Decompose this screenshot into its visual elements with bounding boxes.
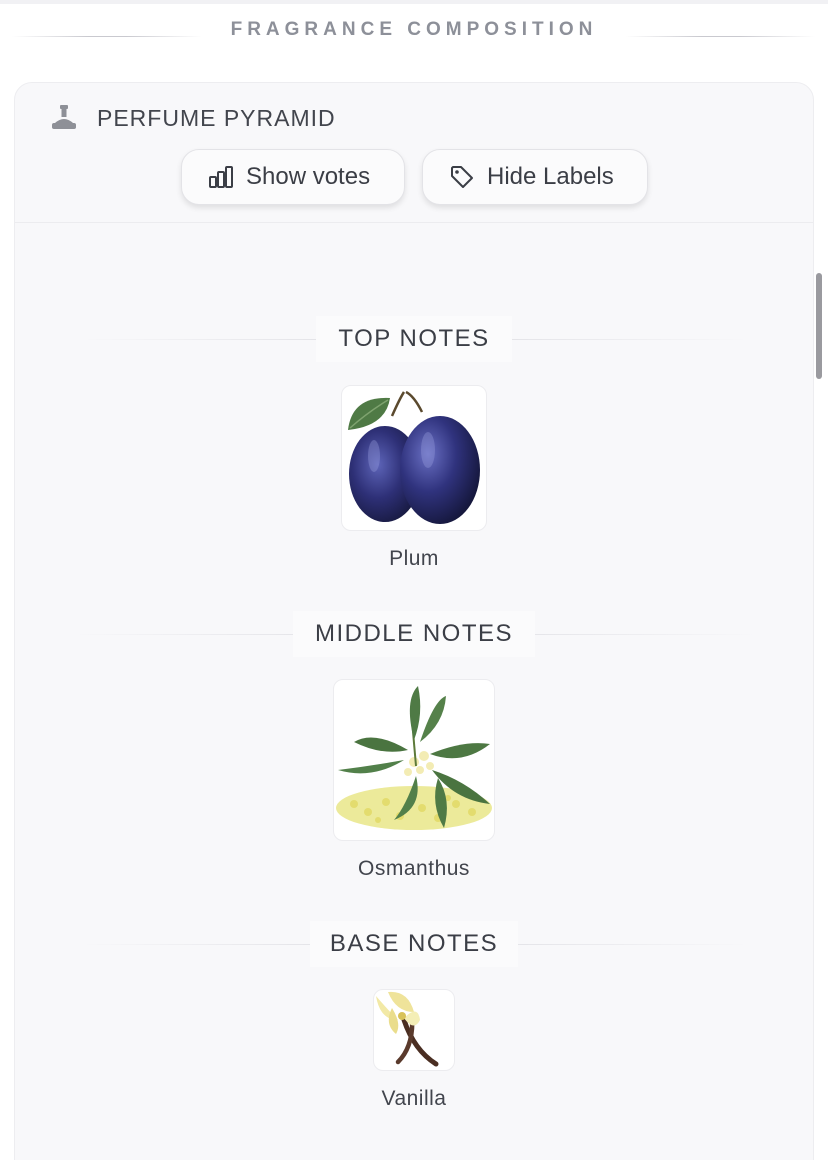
bar-chart-icon bbox=[209, 166, 233, 188]
pyramid-icon bbox=[49, 103, 79, 131]
top-divider bbox=[0, 0, 828, 4]
osmanthus-image[interactable] bbox=[333, 679, 495, 841]
hide-labels-button[interactable]: Hide Labels bbox=[422, 149, 648, 205]
vanilla-label: Vanilla bbox=[381, 1087, 447, 1110]
osmanthus-label: Osmanthus bbox=[358, 857, 470, 880]
plum-image[interactable] bbox=[341, 385, 487, 531]
base-notes-title: BASE NOTES bbox=[310, 921, 518, 967]
pyramid-title: PERFUME PYRAMID bbox=[97, 105, 336, 131]
section-title: FRAGRANCE COMPOSITION bbox=[230, 19, 598, 40]
section-heading: FRAGRANCE COMPOSITION bbox=[0, 8, 828, 52]
plum-label: Plum bbox=[389, 547, 439, 570]
heading-rule-right bbox=[625, 36, 815, 37]
hide-labels-label: Hide Labels bbox=[487, 163, 614, 190]
top-notes-heading: TOP NOTES bbox=[0, 316, 828, 362]
base-notes-heading: BASE NOTES bbox=[0, 921, 828, 967]
middle-notes-title: MIDDLE NOTES bbox=[293, 611, 535, 657]
middle-notes-heading: MIDDLE NOTES bbox=[0, 611, 828, 657]
vanilla-image[interactable] bbox=[373, 989, 455, 1071]
tag-icon bbox=[451, 166, 473, 188]
pyramid-header: PERFUME PYRAMID Show votes Hide Labels bbox=[15, 83, 813, 223]
show-votes-label: Show votes bbox=[246, 163, 371, 190]
show-votes-button[interactable]: Show votes bbox=[181, 149, 405, 205]
top-notes-title: TOP NOTES bbox=[316, 316, 512, 362]
